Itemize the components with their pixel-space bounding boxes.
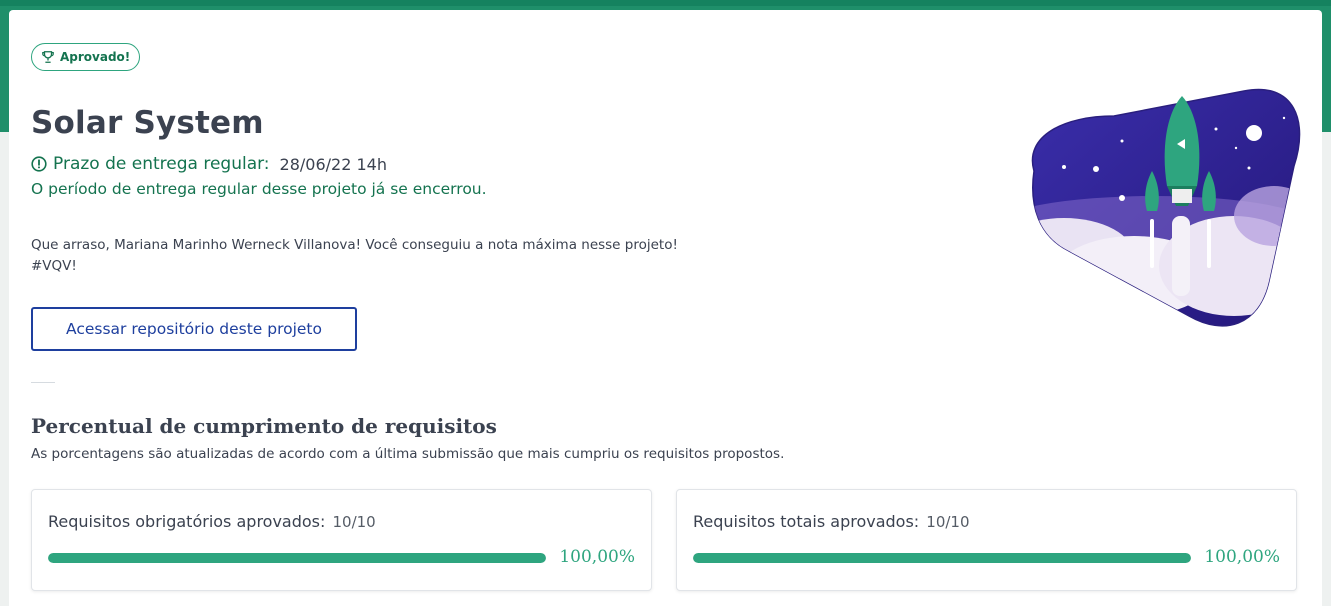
mandatory-requirements-label: Requisitos obrigatórios aprovados: bbox=[48, 512, 326, 531]
mandatory-progress-fill bbox=[48, 553, 546, 563]
section-divider bbox=[31, 382, 55, 383]
total-requirements-label: Requisitos totais aprovados: bbox=[693, 512, 920, 531]
deadline-info: Prazo de entrega regular: 28/06/22 14h bbox=[31, 154, 387, 174]
requirements-title: Percentual de cumprimento de requisitos bbox=[31, 414, 497, 438]
page-title: Solar System bbox=[31, 105, 264, 141]
trophy-icon bbox=[42, 51, 54, 63]
congrats-message: Que arraso, Mariana Marinho Werneck Vill… bbox=[31, 235, 751, 277]
approved-badge: Aprovado! bbox=[31, 43, 141, 71]
rocket-launch-illustration bbox=[1031, 88, 1301, 327]
total-percent: 100,00% bbox=[1204, 547, 1280, 567]
project-card: Aprovado! Solar System Prazo de entrega … bbox=[9, 10, 1322, 606]
mandatory-requirements-card: Requisitos obrigatórios aprovados: 10/10… bbox=[31, 489, 652, 591]
deadline-closed-message: O período de entrega regular desse proje… bbox=[31, 180, 487, 198]
congrats-text: Que arraso, Mariana Marinho Werneck Vill… bbox=[31, 237, 678, 253]
total-requirements-card: Requisitos totais aprovados: 10/10 100,0… bbox=[676, 489, 1297, 591]
total-requirements-count: 10/10 bbox=[926, 513, 970, 531]
access-repository-button[interactable]: Acessar repositório deste projeto bbox=[31, 307, 357, 351]
mandatory-progress-track bbox=[48, 553, 546, 563]
alert-circle-icon bbox=[31, 156, 47, 172]
top-band bbox=[0, 0, 1331, 6]
congrats-hashtag: #VQV! bbox=[31, 258, 77, 274]
deadline-value: 28/06/22 14h bbox=[279, 154, 387, 174]
deadline-label: Prazo de entrega regular: bbox=[53, 154, 270, 174]
total-progress-track bbox=[693, 553, 1191, 563]
total-progress-fill bbox=[693, 553, 1191, 563]
requirements-subtitle: As porcentagens são atualizadas de acord… bbox=[31, 446, 785, 462]
mandatory-requirements-count: 10/10 bbox=[332, 513, 376, 531]
approved-badge-label: Aprovado! bbox=[60, 50, 131, 64]
mandatory-percent: 100,00% bbox=[559, 547, 635, 567]
